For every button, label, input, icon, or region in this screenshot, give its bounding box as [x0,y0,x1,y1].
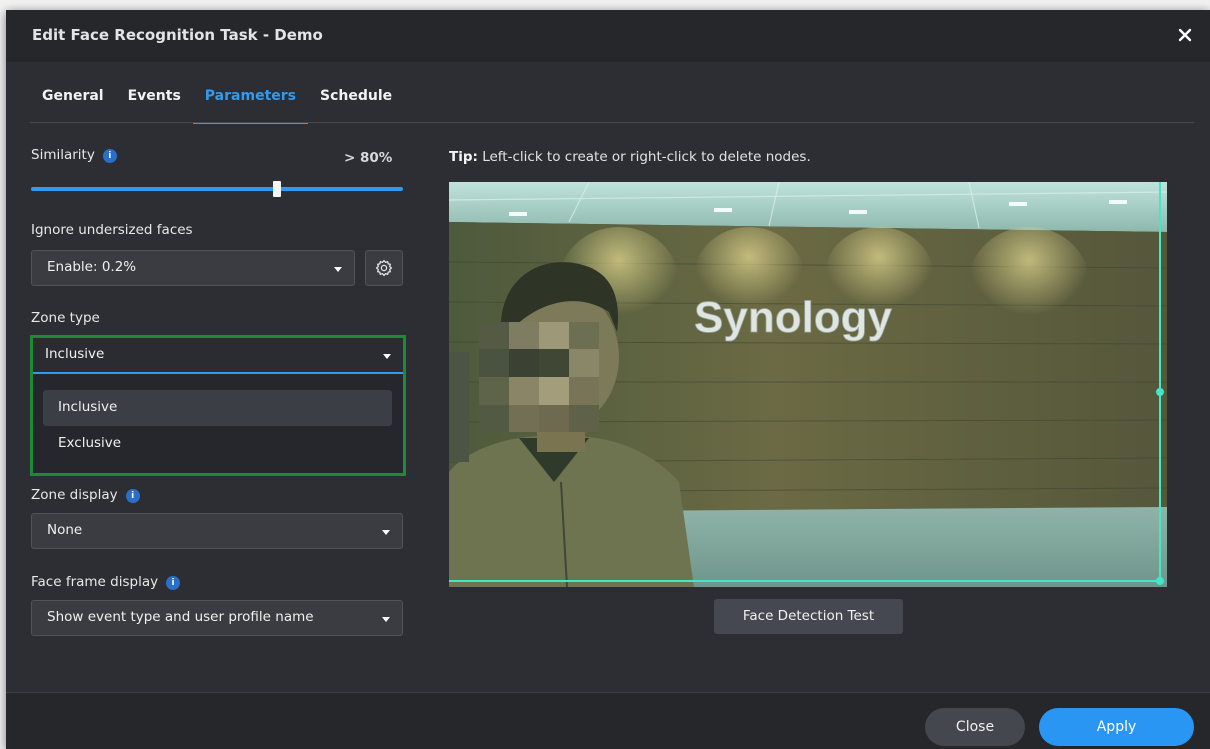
zone-option-label: Exclusive [58,435,122,451]
similarity-label: Similarity [31,147,95,163]
zone-display-label-row: Zone display i [31,487,140,503]
tip-text: Tip: Left-click to create or right-click… [449,149,811,165]
zone-option-exclusive[interactable]: Exclusive [43,426,392,462]
chevron-down-icon [382,617,390,622]
synology-sign-text: Synology [694,293,893,342]
tab-bar: General Events Parameters Schedule [30,76,404,124]
face-frame-select[interactable]: Show event type and user profile name [31,600,403,636]
blurred-face [479,322,599,432]
chevron-down-icon [383,354,391,359]
edit-task-dialog: Edit Face Recognition Task - Demo Genera… [6,10,1210,749]
zone-type-select[interactable]: Inclusive [33,338,403,374]
similarity-slider-thumb[interactable] [272,181,281,197]
tip-prefix: Tip: [449,149,478,165]
camera-preview[interactable]: Synology [449,182,1167,587]
similarity-label-row: Similarity i [31,147,117,163]
ignore-faces-value: Enable: 0.2% [47,259,137,275]
ignore-faces-label: Ignore undersized faces [31,222,193,238]
similarity-value: > 80% [344,150,393,166]
close-button[interactable]: Close [925,708,1025,746]
ignore-faces-select[interactable]: Enable: 0.2% [31,250,355,286]
similarity-info-icon[interactable]: i [102,149,117,163]
close-icon[interactable] [1174,24,1196,46]
tab-divider [30,122,1194,123]
apply-button[interactable]: Apply [1039,708,1194,746]
zone-display-info-icon[interactable]: i [125,489,140,503]
tab-general[interactable]: General [30,76,116,122]
tab-schedule[interactable]: Schedule [308,76,404,122]
zone-option-inclusive[interactable]: Inclusive [43,390,392,426]
zone-type-dropdown: Inclusive Inclusive Exclusive [30,335,406,476]
camera-frame-image: Synology [449,182,1167,587]
face-frame-info-icon[interactable]: i [166,576,181,590]
tab-events[interactable]: Events [116,76,193,122]
tab-parameters[interactable]: Parameters [192,76,308,124]
gear-icon[interactable] [365,250,403,286]
zone-type-label: Zone type [31,310,100,326]
dialog-title: Edit Face Recognition Task - Demo [32,26,323,44]
zone-display-value: None [47,522,83,538]
chevron-down-icon [382,530,390,535]
zone-display-select[interactable]: None [31,513,403,549]
face-frame-value: Show event type and user profile name [47,609,314,625]
chevron-down-icon [334,267,342,272]
footer-bar [6,693,1210,749]
similarity-slider-track[interactable] [31,187,403,191]
zone-option-label: Inclusive [58,399,118,415]
zone-display-label: Zone display [31,487,118,503]
face-frame-label-row: Face frame display i [31,574,181,590]
tip-message: Left-click to create or right-click to d… [482,149,811,165]
title-bar: Edit Face Recognition Task - Demo [6,10,1210,62]
face-detection-test-button[interactable]: Face Detection Test [714,599,903,634]
zone-type-value: Inclusive [45,346,105,362]
face-frame-label: Face frame display [31,574,159,590]
